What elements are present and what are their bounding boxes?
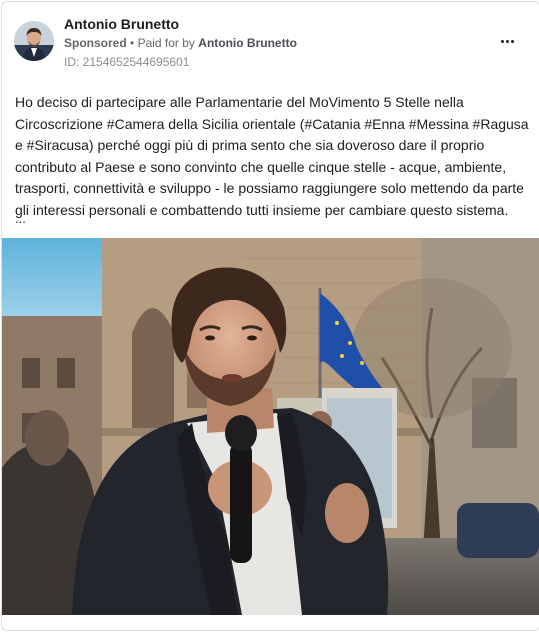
avatar-image bbox=[14, 21, 54, 61]
meta-separator: • bbox=[130, 36, 135, 50]
post-image[interactable] bbox=[2, 238, 539, 615]
paid-for-label: Paid for by bbox=[137, 36, 195, 50]
page-avatar[interactable] bbox=[14, 21, 54, 61]
man-speaking-photo bbox=[2, 238, 539, 615]
more-dot bbox=[510, 39, 514, 43]
page-name[interactable]: Antonio Brunetto bbox=[64, 16, 179, 32]
see-more-ellipsis[interactable]: ... bbox=[15, 211, 26, 226]
more-options-button[interactable] bbox=[492, 30, 522, 52]
more-horizontal-icon bbox=[500, 39, 504, 43]
payer-name[interactable]: Antonio Brunetto bbox=[198, 36, 297, 50]
sponsored-label: Sponsored bbox=[64, 36, 127, 50]
more-dot bbox=[505, 39, 509, 43]
ad-id: ID: 2154652544695601 bbox=[64, 55, 190, 69]
sponsored-meta: Sponsored • Paid for by Antonio Brunetto bbox=[64, 36, 297, 50]
ad-card: Antonio Brunetto Sponsored • Paid for by… bbox=[1, 1, 539, 631]
ad-header: Antonio Brunetto Sponsored • Paid for by… bbox=[2, 2, 539, 78]
post-body-text: Ho deciso di partecipare alle Parlamenta… bbox=[15, 94, 529, 218]
